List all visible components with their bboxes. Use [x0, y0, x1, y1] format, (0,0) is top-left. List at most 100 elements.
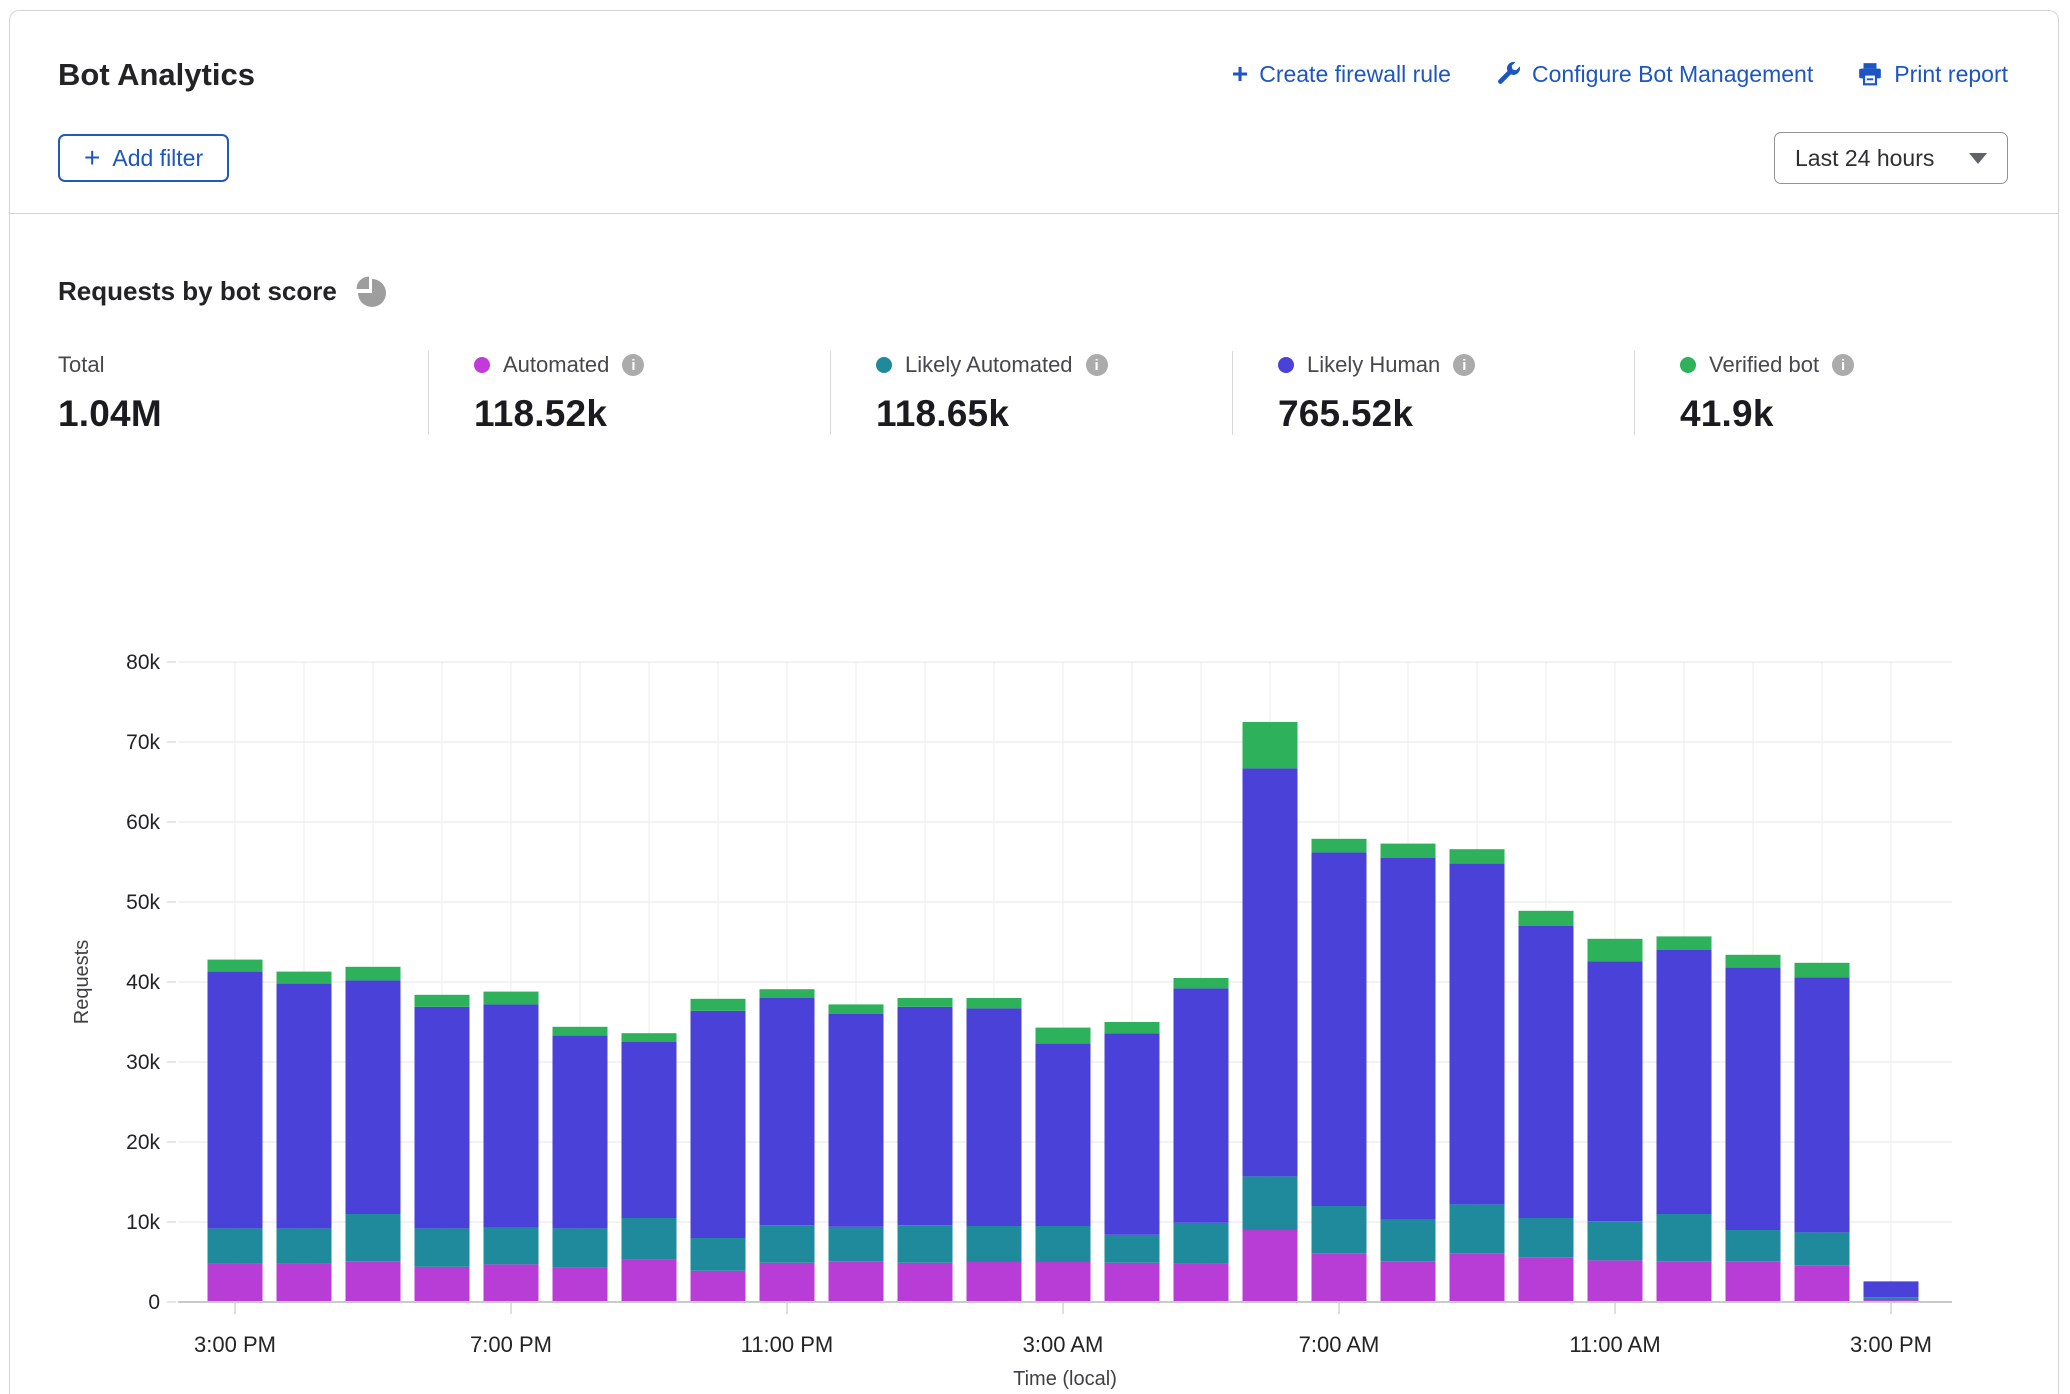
- bar-segment-verified-bot[interactable]: [1312, 839, 1367, 853]
- bar-segment-likely-automated[interactable]: [898, 1225, 953, 1263]
- requests-by-bot-score-chart[interactable]: 010k20k30k40k50k60k70k80k3:00 PM7:00 PM1…: [0, 0, 2070, 1394]
- bar-segment-verified-bot[interactable]: [553, 1027, 608, 1036]
- bar-segment-likely-human[interactable]: [760, 998, 815, 1225]
- bar-segment-likely-automated[interactable]: [1105, 1235, 1160, 1263]
- bar-segment-automated[interactable]: [1105, 1263, 1160, 1302]
- bar-segment-verified-bot[interactable]: [1795, 963, 1850, 977]
- bar-segment-likely-automated[interactable]: [1657, 1214, 1712, 1261]
- bar-segment-likely-human[interactable]: [346, 980, 401, 1214]
- bar-segment-likely-human[interactable]: [1657, 950, 1712, 1214]
- bar-segment-verified-bot[interactable]: [829, 1004, 884, 1014]
- bar-segment-likely-automated[interactable]: [1450, 1204, 1505, 1253]
- bar-segment-likely-automated[interactable]: [1036, 1226, 1091, 1262]
- bar-segment-automated[interactable]: [346, 1261, 401, 1302]
- bar-segment-verified-bot[interactable]: [415, 995, 470, 1007]
- bar-segment-verified-bot[interactable]: [898, 998, 953, 1007]
- bar-segment-likely-automated[interactable]: [1312, 1206, 1367, 1253]
- bar-segment-automated[interactable]: [208, 1264, 263, 1302]
- bar-segment-likely-automated[interactable]: [1864, 1297, 1919, 1300]
- bar-segment-likely-human[interactable]: [208, 972, 263, 1229]
- bar-segment-likely-automated[interactable]: [829, 1227, 884, 1261]
- bar-segment-likely-human[interactable]: [829, 1014, 884, 1227]
- bar-segment-verified-bot[interactable]: [1450, 849, 1505, 863]
- bar-segment-likely-human[interactable]: [415, 1007, 470, 1229]
- bar-segment-likely-automated[interactable]: [1519, 1218, 1574, 1257]
- bar-segment-likely-human[interactable]: [691, 1011, 746, 1238]
- bar-segment-verified-bot[interactable]: [208, 960, 263, 972]
- bar-segment-likely-automated[interactable]: [1726, 1230, 1781, 1261]
- bar-segment-likely-human[interactable]: [967, 1008, 1022, 1226]
- bar-segment-likely-human[interactable]: [484, 1004, 539, 1227]
- bar-segment-likely-automated[interactable]: [967, 1226, 1022, 1262]
- bar-segment-verified-bot[interactable]: [277, 972, 332, 984]
- bar-segment-likely-automated[interactable]: [691, 1238, 746, 1271]
- bar-segment-likely-automated[interactable]: [1381, 1220, 1436, 1262]
- bar-segment-likely-automated[interactable]: [760, 1225, 815, 1263]
- bar-segment-likely-human[interactable]: [277, 984, 332, 1229]
- bar-segment-likely-human[interactable]: [1864, 1282, 1919, 1298]
- bar-segment-automated[interactable]: [484, 1264, 539, 1302]
- bar-segment-verified-bot[interactable]: [760, 989, 815, 998]
- bar-segment-likely-automated[interactable]: [1174, 1223, 1229, 1264]
- y-axis-title: Requests: [71, 940, 93, 1025]
- bar-segment-verified-bot[interactable]: [1381, 844, 1436, 858]
- bar-segment-automated[interactable]: [553, 1268, 608, 1302]
- bar-segment-automated[interactable]: [1726, 1261, 1781, 1302]
- bar-segment-automated[interactable]: [760, 1263, 815, 1302]
- bar-segment-verified-bot[interactable]: [1036, 1028, 1091, 1044]
- bar-segment-likely-human[interactable]: [1312, 852, 1367, 1206]
- bar-segment-likely-automated[interactable]: [277, 1228, 332, 1263]
- bar-segment-automated[interactable]: [829, 1261, 884, 1302]
- bar-segment-automated[interactable]: [1795, 1265, 1850, 1302]
- bar-segment-likely-human[interactable]: [1726, 968, 1781, 1230]
- bar-segment-likely-automated[interactable]: [622, 1218, 677, 1260]
- bar-segment-likely-human[interactable]: [622, 1042, 677, 1218]
- bar-segment-likely-human[interactable]: [1795, 977, 1850, 1232]
- bar-segment-likely-automated[interactable]: [553, 1228, 608, 1267]
- bar-segment-verified-bot[interactable]: [1657, 936, 1712, 950]
- bar-segment-likely-automated[interactable]: [415, 1228, 470, 1266]
- bar-segment-likely-human[interactable]: [898, 1007, 953, 1225]
- bar-segment-automated[interactable]: [1243, 1230, 1298, 1302]
- bar-segment-verified-bot[interactable]: [346, 967, 401, 981]
- bar-segment-likely-automated[interactable]: [346, 1214, 401, 1261]
- bar-segment-verified-bot[interactable]: [622, 1033, 677, 1042]
- bar-segment-automated[interactable]: [1036, 1262, 1091, 1302]
- bar-segment-verified-bot[interactable]: [1519, 911, 1574, 926]
- bar-segment-automated[interactable]: [1519, 1257, 1574, 1302]
- bar-segment-automated[interactable]: [1588, 1260, 1643, 1302]
- bar-segment-verified-bot[interactable]: [691, 999, 746, 1011]
- bar-segment-likely-automated[interactable]: [208, 1228, 263, 1263]
- bar-segment-automated[interactable]: [1381, 1261, 1436, 1302]
- bar-segment-likely-human[interactable]: [1381, 858, 1436, 1220]
- bar-segment-automated[interactable]: [622, 1260, 677, 1302]
- bar-segment-automated[interactable]: [967, 1262, 1022, 1302]
- bar-segment-automated[interactable]: [1657, 1261, 1712, 1302]
- bar-segment-automated[interactable]: [1450, 1253, 1505, 1302]
- bar-segment-verified-bot[interactable]: [484, 992, 539, 1005]
- bar-segment-verified-bot[interactable]: [1243, 722, 1298, 768]
- bar-segment-likely-automated[interactable]: [1795, 1232, 1850, 1265]
- bar-segment-likely-human[interactable]: [1519, 926, 1574, 1218]
- bar-segment-likely-human[interactable]: [1036, 1044, 1091, 1226]
- bar-segment-likely-human[interactable]: [1243, 768, 1298, 1176]
- bar-segment-likely-human[interactable]: [1174, 988, 1229, 1222]
- bar-segment-verified-bot[interactable]: [1726, 955, 1781, 968]
- bar-segment-likely-human[interactable]: [1588, 961, 1643, 1221]
- bar-segment-automated[interactable]: [898, 1263, 953, 1302]
- bar-segment-likely-automated[interactable]: [1588, 1221, 1643, 1260]
- bar-segment-automated[interactable]: [1174, 1264, 1229, 1302]
- bar-segment-verified-bot[interactable]: [1174, 978, 1229, 988]
- bar-segment-automated[interactable]: [277, 1264, 332, 1302]
- bar-segment-verified-bot[interactable]: [1105, 1022, 1160, 1033]
- bar-segment-likely-human[interactable]: [1450, 864, 1505, 1205]
- bar-segment-likely-automated[interactable]: [484, 1228, 539, 1265]
- bar-segment-verified-bot[interactable]: [967, 998, 1022, 1008]
- bar-segment-automated[interactable]: [691, 1271, 746, 1302]
- bar-segment-likely-human[interactable]: [553, 1036, 608, 1229]
- bar-segment-likely-automated[interactable]: [1243, 1176, 1298, 1230]
- bar-segment-likely-human[interactable]: [1105, 1033, 1160, 1235]
- bar-segment-automated[interactable]: [1312, 1253, 1367, 1302]
- bar-segment-verified-bot[interactable]: [1588, 939, 1643, 961]
- bar-segment-automated[interactable]: [415, 1267, 470, 1302]
